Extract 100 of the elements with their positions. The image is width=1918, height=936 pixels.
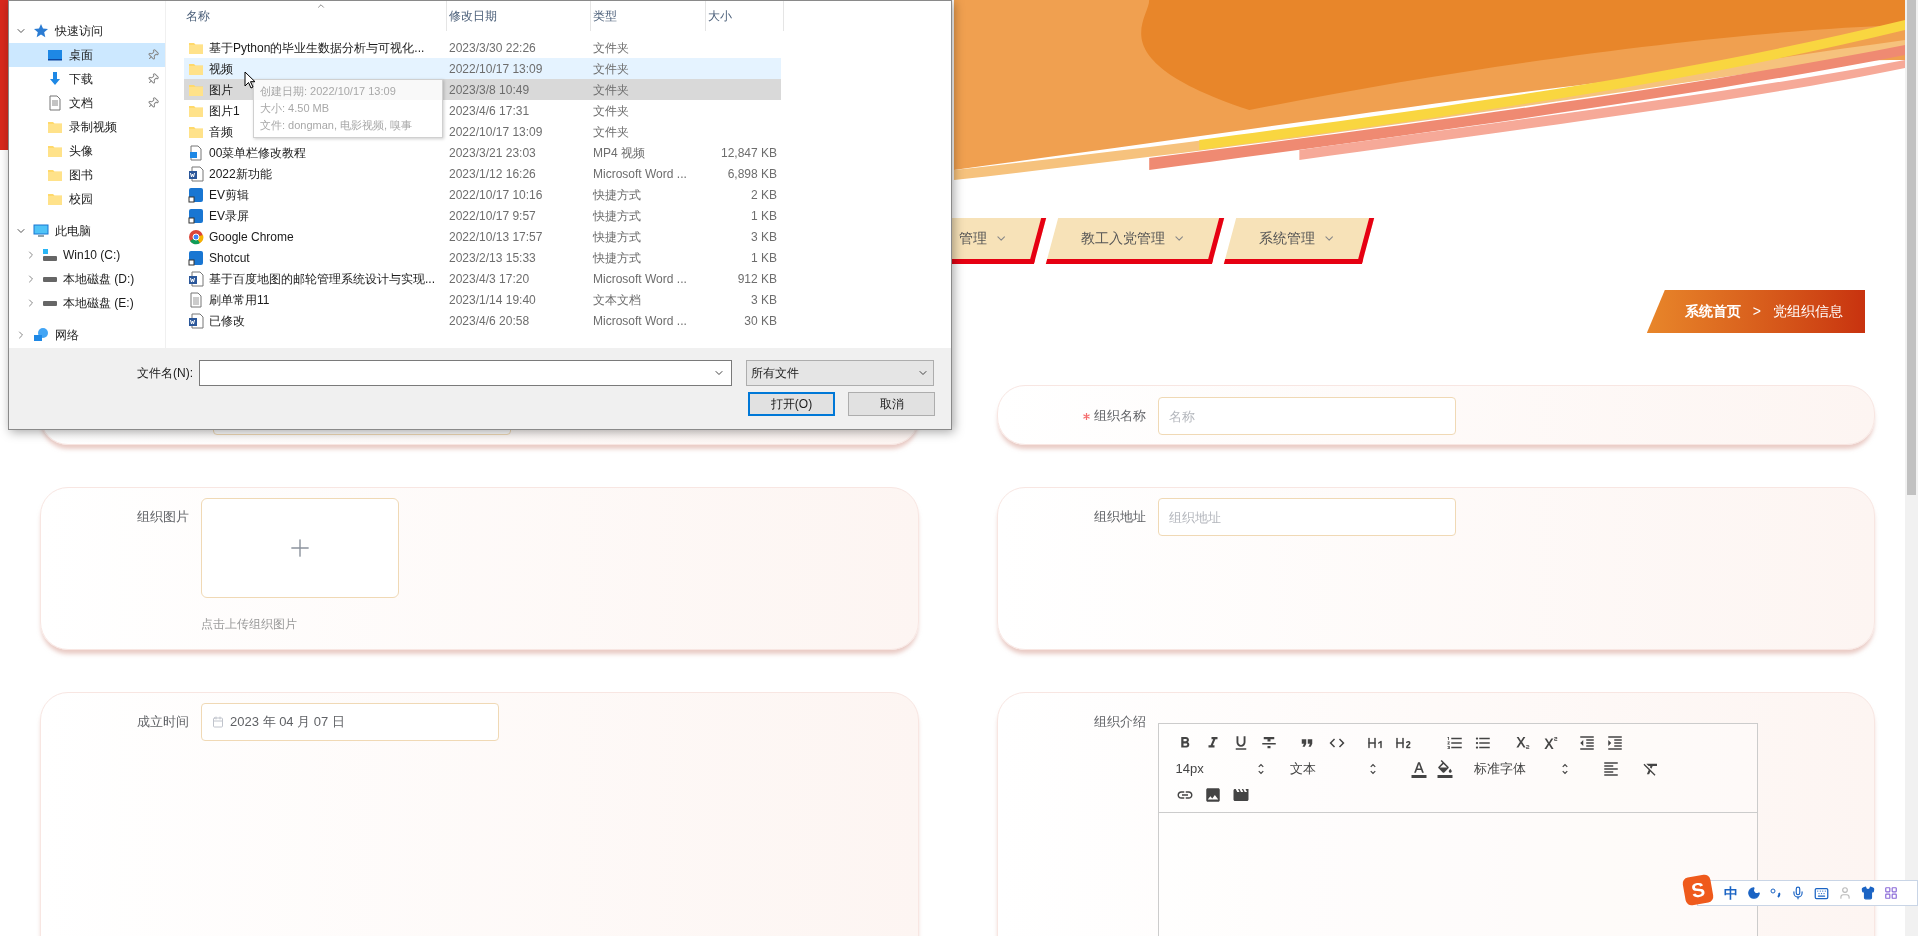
file-name[interactable]: Shotcut [209, 248, 250, 267]
outdent-icon[interactable] [1577, 734, 1596, 752]
sidebar-item[interactable]: 图书 [9, 163, 165, 187]
sidebar-item[interactable]: 校园 [9, 187, 165, 211]
app-shortcut-icon [188, 249, 204, 266]
text-input[interactable]: 名称 [1157, 397, 1456, 435]
folder-icon [47, 143, 63, 159]
file-size: 912 KB [737, 271, 777, 286]
sidebar-item[interactable]: 此电脑 [9, 219, 165, 243]
file-type: 文件夹 [593, 124, 629, 139]
text-color-icon[interactable] [1409, 760, 1428, 778]
nav-tab[interactable]: 教工入党管理 [1045, 218, 1225, 264]
keyboard-icon[interactable] [1814, 885, 1829, 901]
scrollbar[interactable] [1905, 0, 1918, 936]
shirt-icon[interactable] [1861, 886, 1875, 900]
sidebar-item[interactable]: 下载 [9, 67, 165, 91]
sidebar-item[interactable]: 桌面 [9, 43, 165, 67]
app-shortcut-icon [188, 207, 204, 224]
file-name[interactable]: 2022新功能 [209, 164, 272, 183]
video-file-icon [188, 144, 204, 161]
file-name[interactable]: EV剪辑 [209, 185, 249, 204]
align-left-icon[interactable] [1601, 760, 1620, 778]
file-name[interactable]: 基于百度地图的邮轮管理系统设计与实现... [209, 269, 435, 288]
breadcrumb-separator: > [1752, 302, 1761, 321]
column-header[interactable]: 类型 [591, 1, 706, 31]
file-type: 文件夹 [593, 40, 629, 55]
sidebar-item[interactable]: 本地磁盘 (D:) [9, 267, 165, 291]
toolbar-select[interactable]: 标准字体 [1473, 758, 1572, 780]
sidebar-item[interactable]: 本地磁盘 (E:) [9, 291, 165, 315]
file-type-select[interactable]: 所有文件 [746, 360, 934, 386]
modified-date: 2022/10/17 13:09 [449, 124, 543, 139]
toolbar-select[interactable]: 文本 [1289, 758, 1380, 780]
file-row[interactable]: 视频 2022/10/17 13:09 文件夹 [184, 58, 781, 79]
sidebar-item[interactable]: 网络 [9, 323, 165, 347]
file-name[interactable]: EV录屏 [209, 206, 249, 225]
drive-icon [43, 276, 57, 282]
microphone-icon[interactable] [1791, 886, 1805, 900]
sidebar-item[interactable]: 快速访问 [9, 19, 165, 43]
file-name[interactable]: Google Chrome [209, 227, 294, 246]
word-document-icon [188, 312, 204, 329]
computer-icon [33, 223, 49, 239]
toolbar-select[interactable]: 14px [1175, 758, 1268, 780]
column-header[interactable]: 修改日期 [447, 1, 591, 31]
grid-icon[interactable] [1884, 886, 1898, 900]
breadcrumb-current: 党组织信息 [1773, 302, 1843, 321]
modified-date: 2023/1/14 19:40 [449, 292, 536, 307]
field-label: 组织名称 [1093, 407, 1146, 426]
modified-date: 2023/3/8 10:49 [449, 82, 530, 97]
modified-date: 2023/3/30 22:26 [449, 40, 536, 55]
file-size: 30 KB [744, 313, 777, 328]
file-name[interactable]: 00菜单栏修改教程 [209, 143, 307, 162]
file-type: 文件夹 [593, 61, 629, 76]
sidebar-item[interactable]: Win10 (C:) [9, 243, 165, 267]
star-icon [33, 23, 49, 39]
text-input[interactable]: 组织地址 [1157, 498, 1456, 536]
file-type: 快捷方式 [593, 250, 641, 265]
dialog-button[interactable]: 取消 [848, 392, 935, 416]
folder-icon [47, 191, 63, 207]
punctuation-icon[interactable] [1770, 887, 1782, 899]
file-name[interactable]: 已修改 [209, 311, 245, 330]
highlight-color-icon[interactable] [1435, 760, 1454, 778]
app-shortcut-icon [188, 186, 204, 203]
filename-input[interactable] [199, 360, 732, 386]
sidebar-item[interactable]: 文档 [9, 91, 165, 115]
modified-date: 2023/4/6 17:31 [449, 103, 530, 118]
file-name[interactable]: 基于Python的毕业生数据分析与可视化... [209, 38, 425, 57]
file-size: 2 KB [751, 187, 777, 202]
document-icon [47, 95, 63, 111]
file-type: 快捷方式 [593, 229, 641, 244]
file-size: 1 KB [751, 250, 777, 265]
modified-date: 2022/10/17 9:57 [449, 208, 536, 223]
file-name[interactable]: 图片1 [209, 101, 240, 120]
file-type: 快捷方式 [593, 187, 641, 202]
file-name[interactable]: 刷单常用11 [209, 290, 270, 309]
sidebar-item[interactable]: 录制视频 [9, 115, 165, 139]
modified-date: 2022/10/13 17:57 [449, 229, 543, 244]
modified-date: 2023/3/21 23:03 [449, 145, 536, 160]
image-icon[interactable] [1203, 786, 1222, 804]
file-type: Microsoft Word ... [593, 313, 687, 328]
video-icon[interactable] [1231, 786, 1250, 804]
column-header[interactable]: 名称 [184, 1, 447, 31]
indent-icon[interactable] [1605, 734, 1624, 752]
column-header[interactable]: 大小 [706, 1, 784, 31]
file-type: 快捷方式 [593, 208, 641, 223]
dialog-button[interactable]: 打开(O) [748, 392, 835, 416]
field-label: 成立时间 [137, 713, 189, 732]
desktop-icon [47, 47, 63, 63]
nav-tab[interactable]: 系统管理 [1223, 218, 1375, 264]
moon-icon[interactable] [1747, 886, 1761, 900]
field-label: 组织介绍 [1093, 713, 1146, 732]
word-document-icon [188, 270, 204, 287]
date-input[interactable]: 2023 年 04 月 07 日 [201, 703, 499, 741]
sidebar-item[interactable]: 头像 [9, 139, 165, 163]
input-mode-toggle[interactable]: 中 [1724, 882, 1738, 904]
file-size: 6,898 KB [727, 166, 777, 181]
tooltip-line: 文件: dongman, 电影视频, 嗅事 [260, 118, 414, 133]
file-name[interactable]: 音频 [209, 122, 233, 141]
numbered-list-icon[interactable] [1445, 734, 1464, 752]
file-type: MP4 视频 [593, 145, 645, 160]
scrollbar-thumb[interactable] [1907, 0, 1916, 495]
